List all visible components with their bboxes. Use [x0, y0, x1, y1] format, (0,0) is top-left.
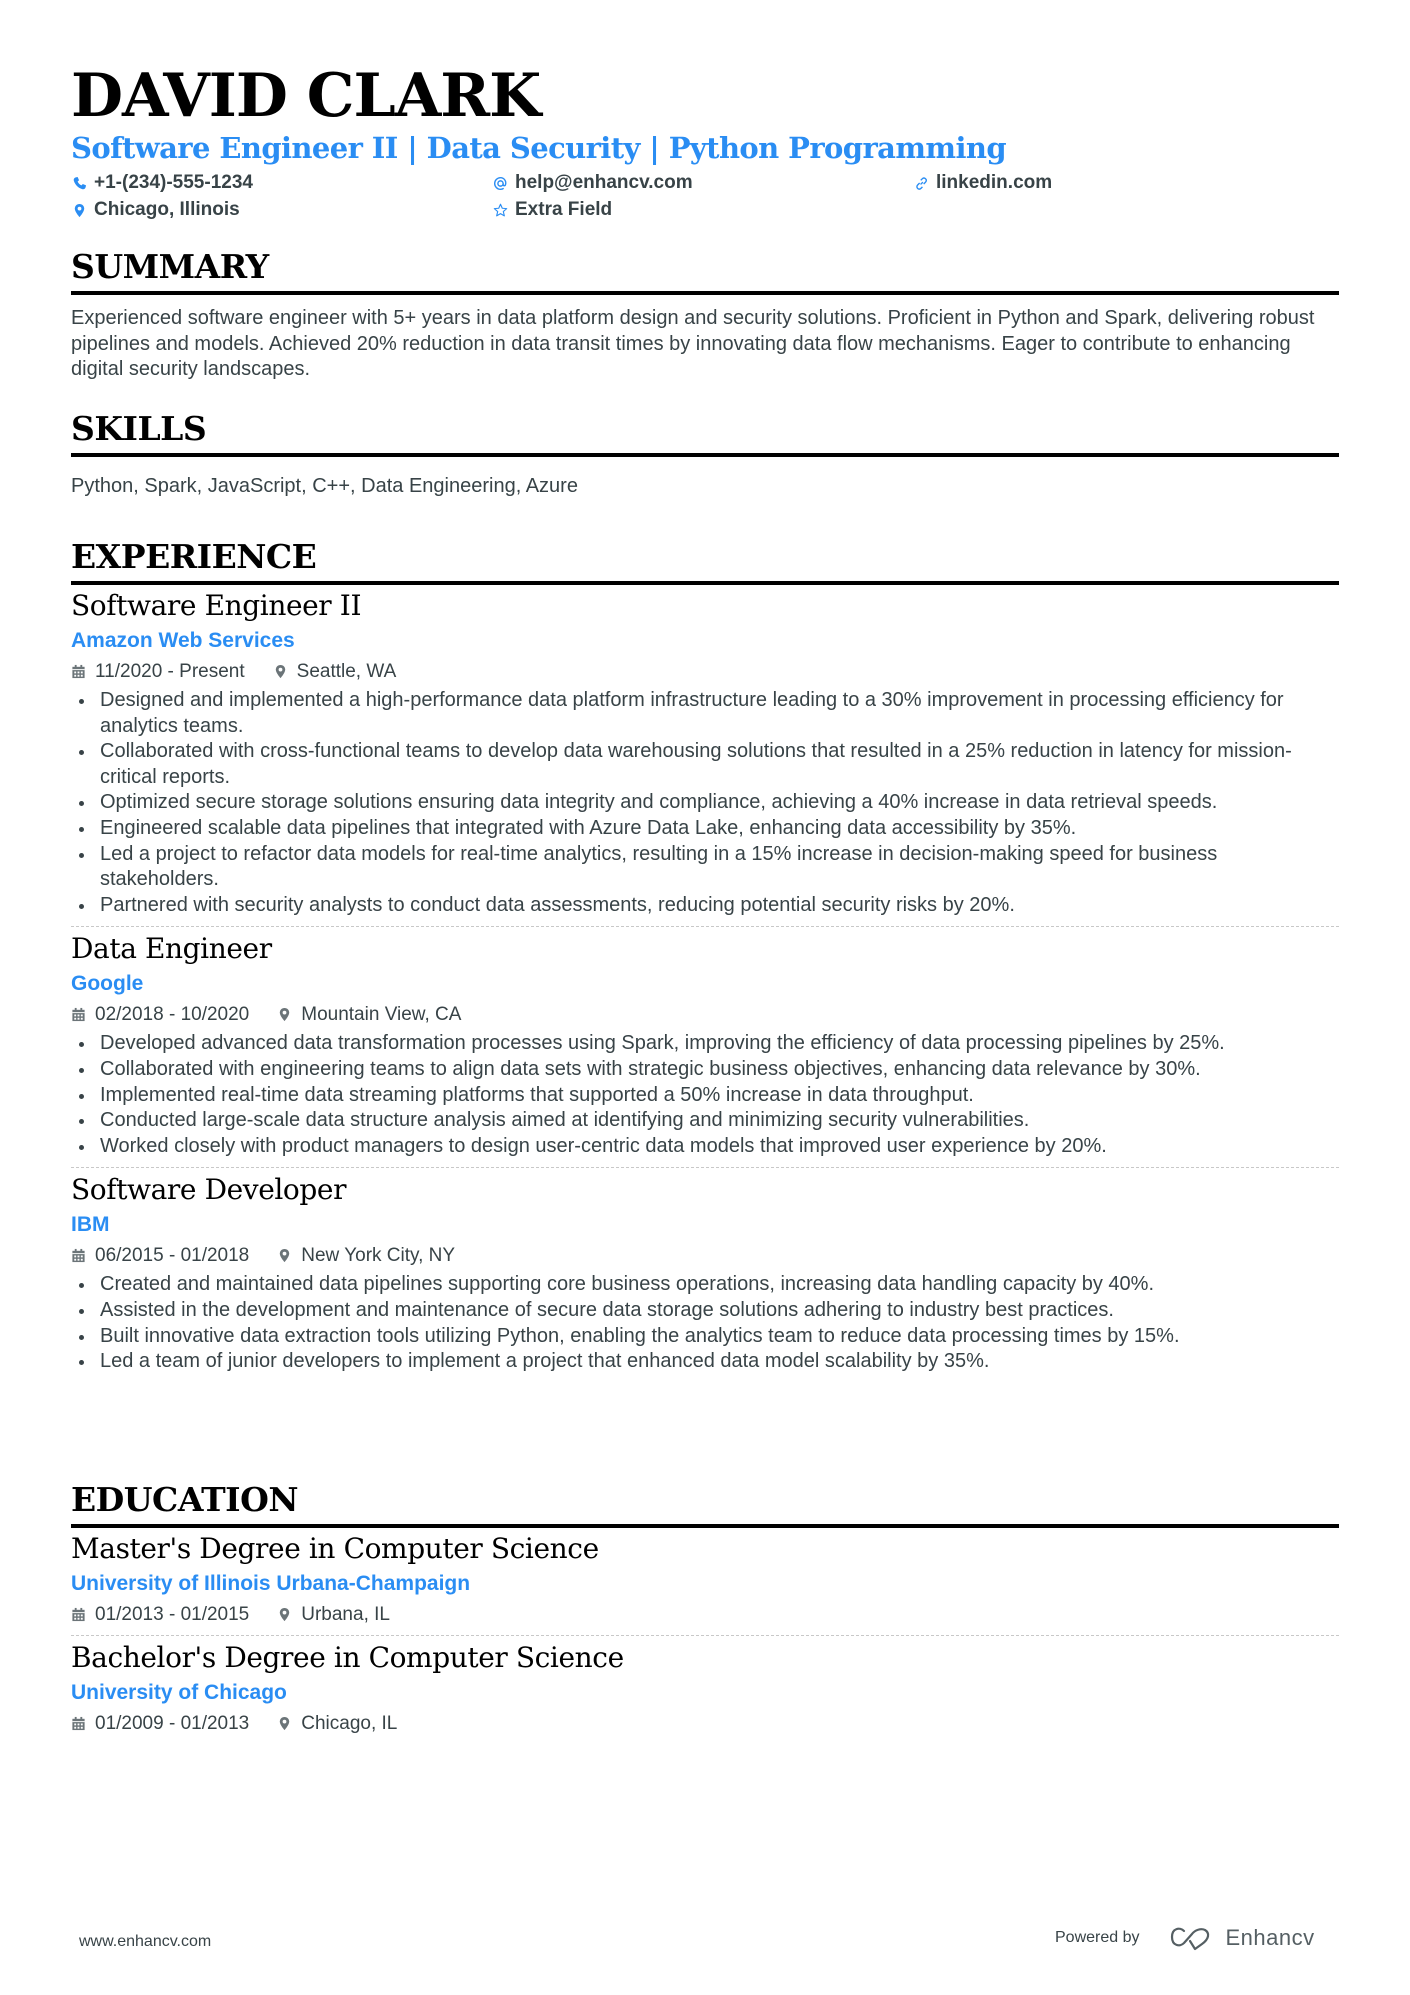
job-bullet: Engineered scalable data pipelines that …: [71, 816, 1339, 842]
entry-separator: [71, 1635, 1339, 1636]
section-title-summary: SUMMARY: [71, 247, 269, 286]
candidate-headline: Software Engineer II | Data Security | P…: [71, 131, 1007, 165]
summary-section: SUMMARY Experienced software engineer wi…: [71, 247, 1339, 383]
phone-icon: [71, 174, 87, 192]
link-icon: [913, 174, 929, 192]
job-bullet: Assisted in the development and maintena…: [71, 1298, 1339, 1324]
experience-section: EXPERIENCE Software Engineer II Amazon W…: [71, 537, 1339, 1375]
job-dates: 06/2015 - 01/2018: [95, 1245, 250, 1267]
job-bullet: Collaborated with cross-functional teams…: [71, 739, 1339, 790]
entry-separator: [71, 926, 1339, 928]
education-entry: Bachelor's Degree in Computer Science Un…: [71, 1640, 1339, 1738]
summary-text: Experienced software engineer with 5+ ye…: [71, 307, 1315, 381]
school-name: University of Illinois Urbana-Champaign: [71, 1572, 471, 1595]
education-entry: Master's Degree in Computer Science Univ…: [71, 1531, 1339, 1629]
calendar-icon: [71, 664, 87, 680]
job-entry: Software Engineer II Amazon Web Services…: [71, 588, 1339, 918]
job-location: New York City, NY: [301, 1245, 456, 1267]
job-location: Mountain View, CA: [301, 1004, 462, 1026]
job-bullet: Led a team of junior developers to imple…: [71, 1349, 1339, 1375]
education-location: Chicago, IL: [301, 1713, 398, 1734]
education-meta: 01/2009 - 01/2013 Chicago, IL: [71, 1710, 1339, 1738]
job-dates: 02/2018 - 10/2020: [95, 1004, 250, 1026]
contact-phone[interactable]: +1-(234)-555-1234: [71, 170, 253, 196]
job-meta: 11/2020 - Present Seattle, WA: [71, 658, 1339, 686]
location-pin-icon: [277, 1607, 293, 1623]
job-bullet: Conducted large-scale data structure ana…: [71, 1108, 1339, 1134]
job-bullet: Developed advanced data transformation p…: [71, 1031, 1339, 1057]
degree-title: Master's Degree in Computer Science: [71, 1532, 599, 1565]
company-name: Google: [71, 972, 144, 996]
job-location: Seattle, WA: [296, 661, 397, 682]
job-bullet: Implemented real-time data streaming pla…: [71, 1083, 1339, 1109]
school-name: University of Chicago: [71, 1681, 287, 1704]
job-bullet: Designed and implemented a high-performa…: [71, 688, 1339, 739]
section-title-skills: SKILLS: [71, 409, 207, 448]
calendar-icon: [71, 1248, 87, 1264]
education-section: EDUCATION Master's Degree in Computer Sc…: [71, 1480, 1339, 1738]
job-title: Software Engineer II: [71, 589, 362, 622]
job-title: Software Developer: [71, 1173, 347, 1207]
job-meta: 06/2015 - 01/2018 New York City, NY: [71, 1242, 1339, 1270]
footer-powered-by[interactable]: Powered by Enhancv: [1055, 1925, 1315, 1951]
job-title: Data Engineer: [71, 932, 272, 966]
at-icon: [492, 174, 508, 192]
job-dates: 11/2020 - Present: [95, 661, 245, 682]
location-pin-icon: [273, 664, 289, 680]
job-entry: Data Engineer Google 02/2018 - 10/2020 M…: [71, 931, 1339, 1159]
enhancv-logo-icon: [1170, 1927, 1209, 1951]
education-location: Urbana, IL: [301, 1604, 390, 1625]
skills-text: Python, Spark, JavaScript, C++, Data Eng…: [71, 475, 578, 497]
star-icon: [492, 201, 508, 219]
entry-separator: [71, 1167, 1339, 1169]
job-bullet: Optimized secure storage solutions ensur…: [71, 790, 1339, 816]
job-bullet: Collaborated with engineering teams to a…: [71, 1057, 1339, 1083]
candidate-name: DAVID CLARK: [71, 61, 541, 131]
section-divider: [71, 1524, 1339, 1528]
job-bullet: Worked closely with product managers to …: [71, 1134, 1339, 1160]
location-pin-icon: [277, 1248, 293, 1264]
location-pin-icon: [71, 201, 87, 219]
job-bullet: Created and maintained data pipelines su…: [71, 1272, 1339, 1298]
education-dates: 01/2013 - 01/2015: [95, 1604, 250, 1625]
job-meta: 02/2018 - 10/2020 Mountain View, CA: [71, 1001, 1339, 1029]
footer-website-link[interactable]: www.enhancv.com: [79, 1933, 211, 1951]
contact-email[interactable]: help@enhancv.com: [492, 170, 693, 196]
calendar-icon: [71, 1607, 87, 1623]
company-name: IBM: [71, 1213, 110, 1237]
location-pin-icon: [277, 1007, 293, 1023]
company-name: Amazon Web Services: [71, 629, 295, 652]
section-title-education: EDUCATION: [71, 1480, 299, 1519]
job-bullet: Led a project to refactor data models fo…: [71, 842, 1339, 893]
contact-location: Chicago, Illinois: [71, 197, 240, 223]
section-title-experience: EXPERIENCE: [71, 537, 317, 576]
job-entry: Software Developer IBM 06/2015 - 01/2018…: [71, 1172, 1339, 1374]
powered-by-label: Powered by: [1055, 1929, 1140, 1946]
section-divider: [71, 453, 1339, 457]
contact-extra-field: Extra Field: [492, 197, 612, 223]
job-bullet: Partnered with security analysts to cond…: [71, 893, 1339, 919]
skills-section: SKILLS Python, Spark, JavaScript, C++, D…: [71, 409, 1339, 500]
education-meta: 01/2013 - 01/2015 Urbana, IL: [71, 1601, 1339, 1629]
section-divider: [71, 291, 1339, 295]
enhancv-brand-name: Enhancv: [1225, 1925, 1315, 1950]
calendar-icon: [71, 1007, 87, 1023]
job-bullet: Built innovative data extraction tools u…: [71, 1324, 1339, 1350]
section-divider: [71, 581, 1339, 585]
contact-linkedin[interactable]: linkedin.com: [913, 170, 1052, 196]
job-bullets: Created and maintained data pipelines su…: [71, 1272, 1339, 1374]
calendar-icon: [71, 1716, 87, 1732]
location-pin-icon: [277, 1716, 293, 1732]
job-bullets: Designed and implemented a high-performa…: [71, 688, 1339, 918]
job-bullets: Developed advanced data transformation p…: [71, 1031, 1339, 1159]
degree-title: Bachelor's Degree in Computer Science: [71, 1641, 624, 1674]
education-dates: 01/2009 - 01/2013: [95, 1713, 250, 1734]
